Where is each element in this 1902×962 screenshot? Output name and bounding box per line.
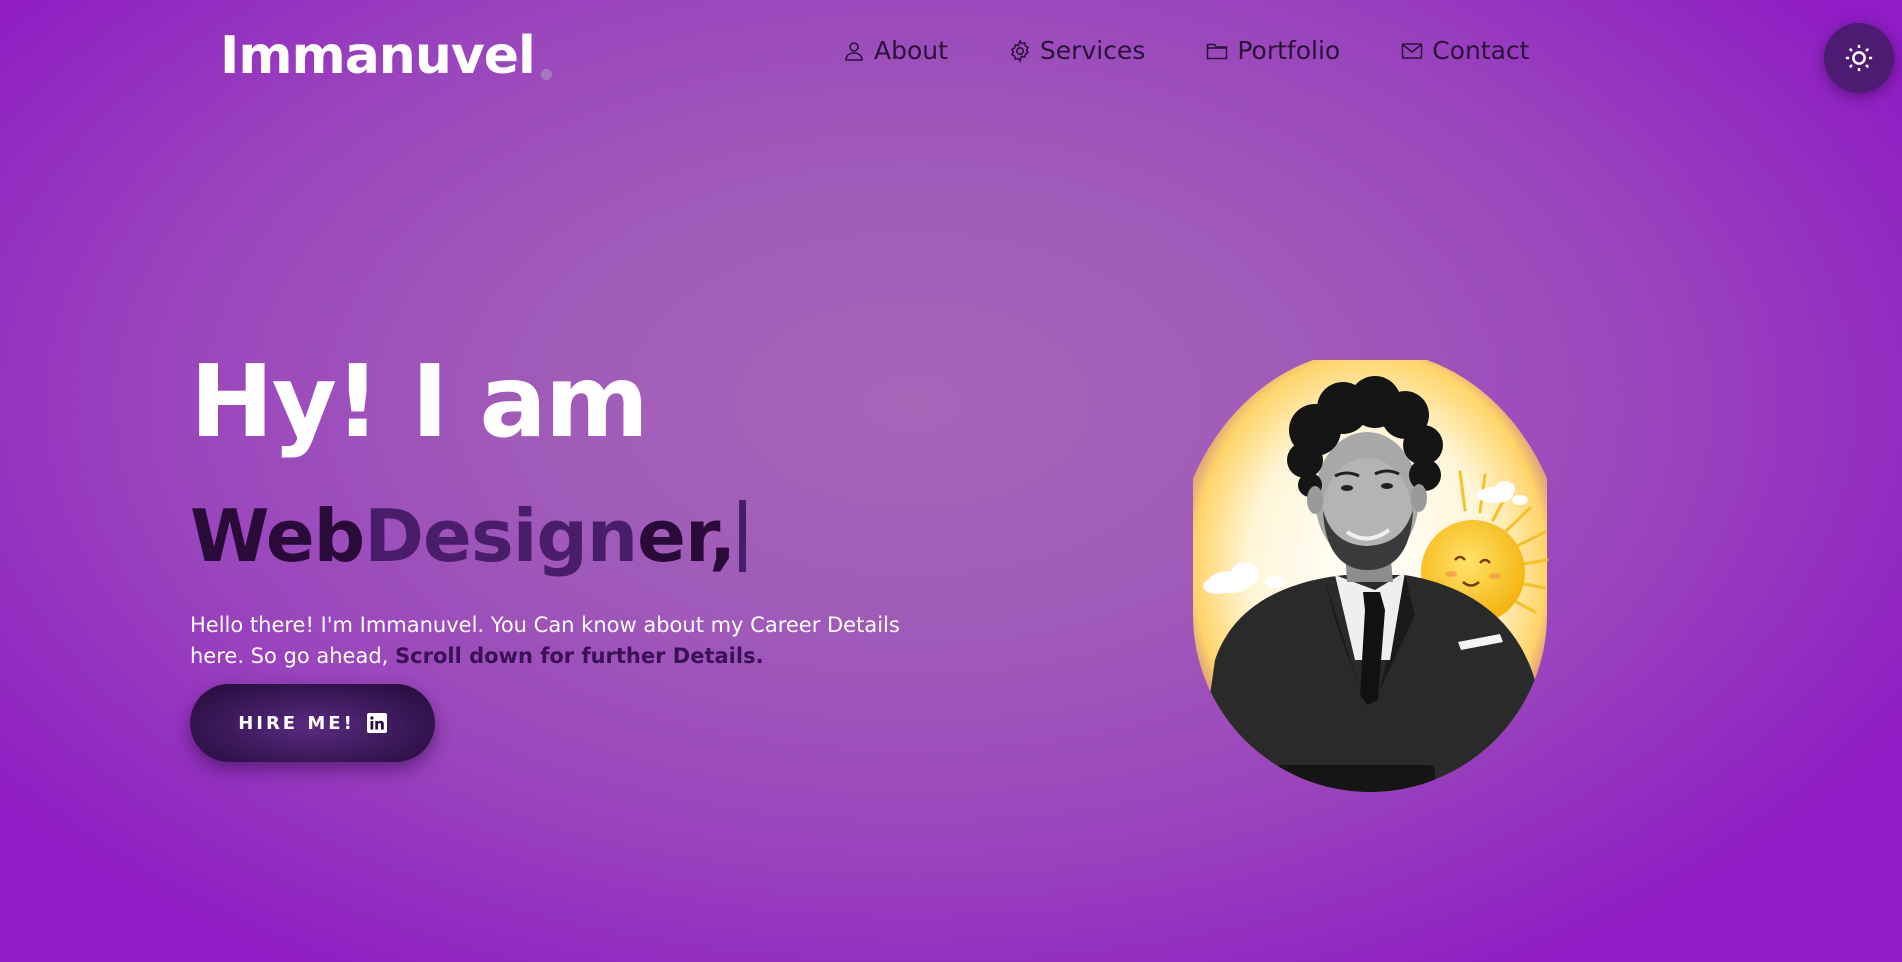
logo-dot [540, 69, 552, 80]
gear-icon [1010, 38, 1029, 63]
folder-icon [1207, 43, 1228, 59]
hero-intro-highlight: Scroll down for further Details. [395, 644, 764, 668]
profile-portrait [1175, 360, 1565, 800]
nav-item-portfolio[interactable]: Portfolio [1205, 36, 1340, 65]
site-logo[interactable]: Immanuvel [220, 30, 552, 82]
linkedin-icon [366, 713, 387, 733]
hire-me-label: HIRE ME! [238, 712, 355, 734]
hire-me-button[interactable]: HIRE ME! [190, 684, 435, 762]
nav-label-about: About [874, 36, 948, 65]
role-text-part-3: er, [637, 494, 736, 578]
user-icon [845, 41, 863, 61]
nav-item-services[interactable]: Services [1008, 36, 1145, 65]
sun-icon [1845, 44, 1873, 72]
hero-greeting: Hy! I am [190, 343, 649, 460]
nav-label-contact: Contact [1432, 36, 1530, 65]
role-text-part-2: Design [364, 494, 638, 578]
hero-role-typed: Web Design er, [190, 494, 747, 578]
hero-intro: Hello there! I'm Immanuvel. You Can know… [190, 610, 930, 672]
nav-label-portfolio: Portfolio [1237, 36, 1341, 65]
main-nav: About Services Portfolio Contact [842, 36, 1529, 65]
logo-text: Immanuvel [220, 26, 536, 86]
theme-toggle-button[interactable] [1824, 23, 1894, 93]
typing-caret [739, 500, 747, 572]
nav-item-about[interactable]: About [842, 36, 948, 65]
nav-item-contact[interactable]: Contact [1400, 36, 1529, 65]
role-text-part-1: Web [190, 494, 365, 578]
envelope-icon [1401, 42, 1423, 59]
nav-label-services: Services [1039, 36, 1146, 65]
